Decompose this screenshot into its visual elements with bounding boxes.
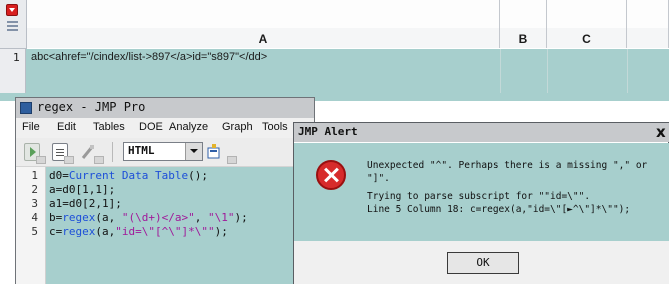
chevron-down-icon[interactable] [185, 143, 202, 160]
script-window-title: regex - JMP Pro [37, 100, 146, 114]
line-number: 4 [31, 211, 38, 224]
line-number: 2 [31, 183, 38, 196]
code-line[interactable]: a=d0[1,1]; [49, 183, 115, 196]
row-number[interactable]: 1 [0, 49, 26, 93]
menu-analyze[interactable]: Analyze [169, 121, 208, 133]
code-line[interactable]: a1=d0[2,1]; [49, 197, 122, 210]
column-header-b[interactable]: B [500, 28, 547, 48]
table-menu-icon[interactable] [6, 4, 18, 16]
chevron-down-icon[interactable] [36, 156, 46, 164]
alert-message-line: Line 5 Column 18: c=regex(a,"id=\"[►^\"]… [367, 204, 631, 215]
line-number: 1 [31, 169, 38, 182]
code-line[interactable]: d0=Current Data Table(); [49, 169, 208, 182]
column-b-top [500, 0, 547, 28]
line-number: 5 [31, 225, 38, 238]
cell-divider [627, 49, 628, 93]
menu-tools[interactable]: Tools [262, 121, 288, 133]
column-d-top [627, 0, 669, 28]
column-header-c[interactable]: C [547, 28, 627, 48]
menu-edit[interactable]: Edit [57, 121, 76, 133]
line-number: 3 [31, 197, 38, 210]
ok-button[interactable]: OK [447, 252, 519, 274]
language-select-value: HTML [128, 144, 155, 157]
menu-file[interactable]: File [22, 121, 40, 133]
column-a-top [27, 0, 500, 28]
close-icon[interactable]: x [656, 124, 669, 140]
cell-a-value[interactable]: abc<ahref="/cindex/list->897</a>id="s897… [31, 51, 267, 63]
column-c-top [547, 0, 627, 28]
alert-message-line: "]". [367, 173, 390, 184]
code-line[interactable]: c=regex(a,"id=\"[^\"]*\""); [49, 225, 228, 238]
menu-tables[interactable]: Tables [93, 121, 125, 133]
alert-title: JMP Alert [298, 125, 358, 138]
column-header-a[interactable]: A [27, 28, 500, 48]
column-header-d[interactable] [627, 28, 669, 48]
chevron-down-icon[interactable] [227, 156, 237, 164]
cell-divider [547, 49, 548, 93]
jmp-app-icon [20, 102, 32, 114]
alert-message-line: Unexpected "^". Perhaps there is a missi… [367, 160, 648, 171]
chevron-down-icon[interactable] [64, 156, 74, 164]
rows-panel-icon[interactable] [7, 21, 18, 33]
cell-divider [500, 49, 501, 93]
toolbar-divider [112, 142, 113, 162]
menu-doe[interactable]: DOE [139, 121, 163, 133]
menu-graph[interactable]: Graph [222, 121, 253, 133]
embed-icon[interactable] [207, 143, 221, 159]
chevron-down-icon[interactable] [94, 156, 104, 164]
code-line[interactable]: b=regex(a, "(\d+)</a>", "\1"); [49, 211, 248, 224]
alert-message-line: Trying to parse subscript for ""id=\"". [367, 191, 591, 202]
error-icon [316, 160, 346, 190]
